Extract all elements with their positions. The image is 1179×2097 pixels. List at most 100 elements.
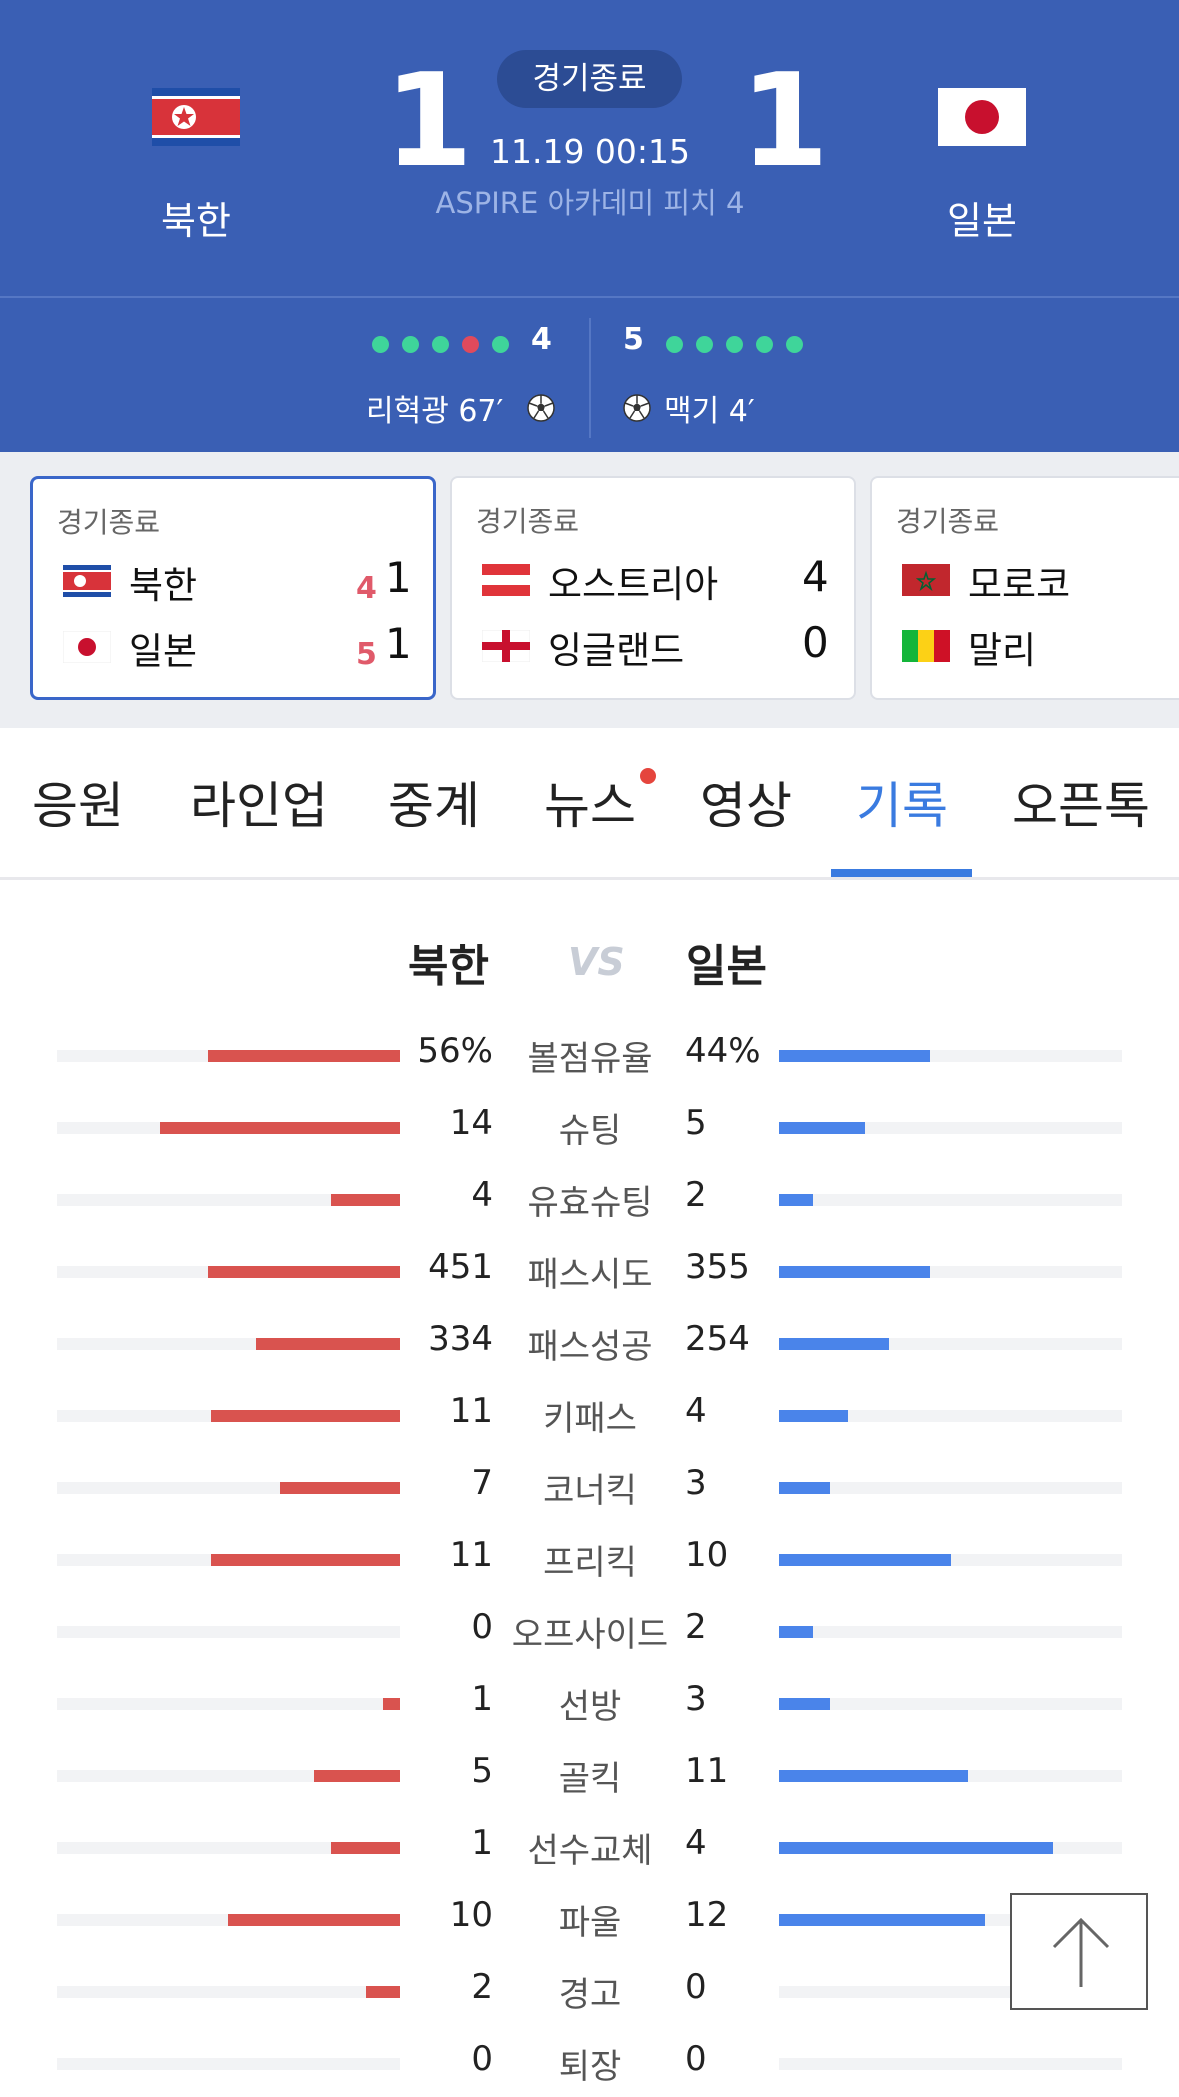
tab-cheer[interactable]: 응원 [32,766,124,838]
stat-label: 유효슈팅 [527,1183,653,1223]
away-pk-kick-dot [756,336,773,353]
away-stat-value: 3 [685,1679,707,1719]
stat-row: 5 골킥 11 [0,1745,1179,1805]
card-home-score: 4 [802,552,829,601]
tab-open-talk[interactable]: 오픈톡 [1012,766,1150,838]
away-stat-value: 355 [685,1247,750,1287]
stat-row: 0 퇴장 0 [0,2033,1179,2093]
home-stat-bar [366,1986,400,1998]
match-card-nk-jp[interactable]: 경기종료 북한 4 1 일본 5 1 [30,476,436,700]
home-stat-bar [211,1554,400,1566]
stat-row: 0 오프사이드 2 [0,1601,1179,1661]
away-stat-bar [779,1554,951,1566]
away-stat-bar [779,1626,813,1638]
match-card-carousel[interactable]: 경기종료 북한 4 1 일본 5 1 경기종료 오스트리아 4 잉글랜드 0 경… [0,452,1179,728]
stat-label: 파울 [558,1903,622,1943]
away-stat-track [779,1122,1122,1134]
stat-label: 패스시도 [527,1255,653,1295]
tab-records[interactable]: 기록 [856,766,948,838]
home-stat-bar [280,1482,400,1494]
home-stat-bar [228,1914,400,1926]
tab-video[interactable]: 영상 [700,766,792,838]
home-stat-track [57,1482,400,1494]
stat-label: 선방 [558,1687,622,1727]
match-card-at-en[interactable]: 경기종료 오스트리아 4 잉글랜드 0 [450,476,856,700]
away-stat-bar [779,1338,889,1350]
home-stat-value: 10 [449,1895,493,1935]
away-stat-bar [779,1050,930,1062]
away-pk-kick-dot [786,336,803,353]
tab-lineup[interactable]: 라인업 [190,766,328,838]
home-stat-track [57,1554,400,1566]
tab-broadcast[interactable]: 중계 [388,766,480,838]
stat-label: 골킥 [558,1759,622,1799]
home-stat-track [57,1122,400,1134]
home-stat-track [57,2058,400,2070]
home-stat-track [57,1410,400,1422]
home-pk-kick-dot [462,336,479,353]
match-header: 북한 1 경기종료 11.19 00:15 ASPIRE 아카데미 피치 4 1… [0,0,1179,296]
active-tab-indicator [831,869,972,877]
away-stat-value: 12 [685,1895,729,1935]
match-datetime: 11.19 00:15 [489,132,691,171]
away-team-name[interactable]: 일본 [882,190,1082,245]
away-stat-track [779,2058,1122,2070]
stat-label: 선수교체 [527,1831,653,1871]
away-stat-value: 0 [685,1967,707,2007]
away-scorer: 맥기 4′ [664,394,755,429]
home-stat-track [57,1842,400,1854]
japan-flag-icon [63,631,111,663]
home-stat-bar [383,1698,400,1710]
stat-label: 프리킥 [543,1543,637,1583]
home-stat-value: 7 [471,1463,493,1503]
home-stat-track [57,1338,400,1350]
home-stat-value: 5 [471,1751,493,1791]
away-stat-track [779,1554,1122,1566]
home-stat-track [57,1914,400,1926]
away-stat-value: 11 [685,1751,729,1791]
card-status: 경기종료 [57,506,161,539]
away-stat-bar [779,1122,865,1134]
home-stat-value: 1 [471,1823,493,1863]
stat-row: 11 키패스 4 [0,1385,1179,1445]
away-score: 1 [740,47,830,196]
away-pk-count: 5 [623,322,644,357]
away-stat-track [779,1770,1122,1782]
home-stat-value: 451 [428,1247,493,1287]
stat-label: 슈팅 [558,1111,622,1151]
away-stat-bar [779,1194,813,1206]
away-stat-value: 5 [685,1103,707,1143]
home-pk-count: 4 [531,322,552,357]
scroll-to-top-button[interactable] [1010,1893,1148,2010]
home-team-name[interactable]: 북한 [96,190,296,245]
card-away-team: 잉글랜드 [548,629,685,672]
home-stat-bar [211,1410,400,1422]
card-away-pk: 5 [356,637,377,672]
card-status: 경기종료 [476,505,580,538]
home-stat-value: 11 [449,1535,493,1575]
home-stat-value: 2 [471,1967,493,2007]
away-stat-bar [779,1698,830,1710]
away-pk-kick-dot [696,336,713,353]
away-stat-track [779,1410,1122,1422]
away-stat-value: 0 [685,2039,707,2079]
tab-news[interactable]: 뉴스 [544,766,636,838]
vs-label: VS [568,940,625,984]
card-away-team: 일본 [129,630,198,673]
home-stat-track [57,1770,400,1782]
stats-home-team: 북한 [408,941,489,992]
home-stat-bar [208,1050,400,1062]
away-stat-bar [779,1266,930,1278]
away-stat-track [779,1194,1122,1206]
stat-label: 패스성공 [527,1327,653,1367]
stat-row: 10 파울 12 [0,1889,1179,1949]
away-stat-track [779,1050,1122,1062]
away-stat-value: 3 [685,1463,707,1503]
card-home-score: 1 [385,553,412,602]
stat-row: 1 선방 3 [0,1673,1179,1733]
stat-row: 1 선수교체 4 [0,1817,1179,1877]
away-stat-bar [779,1482,830,1494]
card-home-team: 오스트리아 [548,563,719,606]
stat-row: 11 프리킥 10 [0,1529,1179,1589]
match-card-ma-ml[interactable]: 경기종료 모로코 말리 [870,476,1179,700]
